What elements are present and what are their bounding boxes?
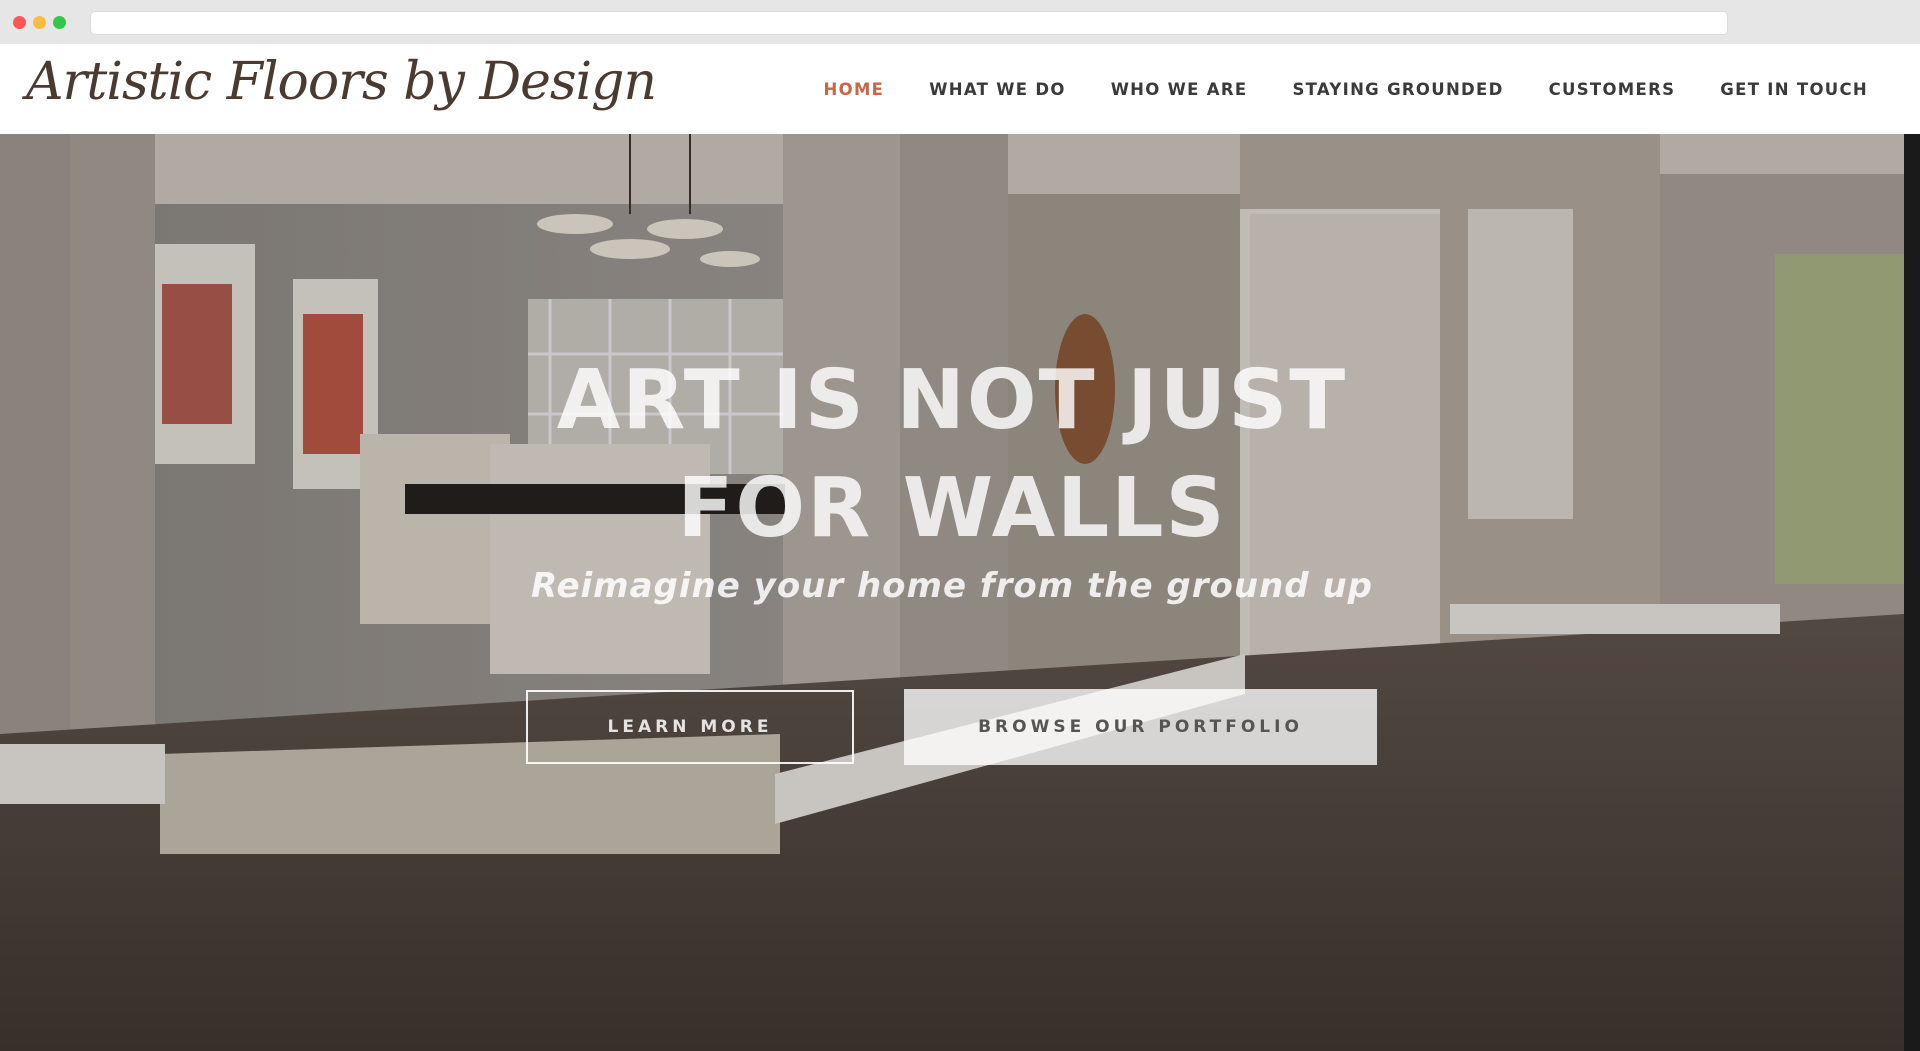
nav-staying-grounded[interactable]: STAYING GROUNDED bbox=[1292, 80, 1503, 99]
site-logo[interactable]: Artistic Floors by Design bbox=[26, 52, 657, 112]
hero-section: ART IS NOT JUST FOR WALLS Reimagine your… bbox=[0, 134, 1904, 1051]
nav-customers[interactable]: CUSTOMERS bbox=[1549, 80, 1676, 99]
address-bar[interactable] bbox=[90, 11, 1728, 35]
hero-subtitle: Reimagine your home from the ground up bbox=[530, 566, 1373, 606]
browser-chrome bbox=[0, 0, 1920, 44]
nav-get-in-touch[interactable]: GET IN TOUCH bbox=[1720, 80, 1868, 99]
nav-who-we-are[interactable]: WHO WE ARE bbox=[1111, 80, 1248, 99]
site-header: Artistic Floors by Design HOME WHAT WE D… bbox=[0, 44, 1920, 134]
maximize-window-icon[interactable] bbox=[53, 16, 66, 29]
nav-home[interactable]: HOME bbox=[824, 80, 885, 99]
hero-headline-line1: ART IS NOT JUST bbox=[556, 353, 1348, 448]
browse-portfolio-button[interactable]: BROWSE OUR PORTFOLIO bbox=[904, 689, 1377, 765]
page-scrollbar[interactable] bbox=[1904, 134, 1920, 1051]
learn-more-button[interactable]: LEARN MORE bbox=[526, 690, 854, 764]
main-navigation: HOME WHAT WE DO WHO WE ARE STAYING GROUN… bbox=[824, 44, 1868, 134]
minimize-window-icon[interactable] bbox=[33, 16, 46, 29]
hero-headline-line2: FOR WALLS bbox=[677, 461, 1227, 556]
hero-headline: ART IS NOT JUST FOR WALLS bbox=[452, 347, 1452, 563]
close-window-icon[interactable] bbox=[13, 16, 26, 29]
nav-what-we-do[interactable]: WHAT WE DO bbox=[929, 80, 1065, 99]
